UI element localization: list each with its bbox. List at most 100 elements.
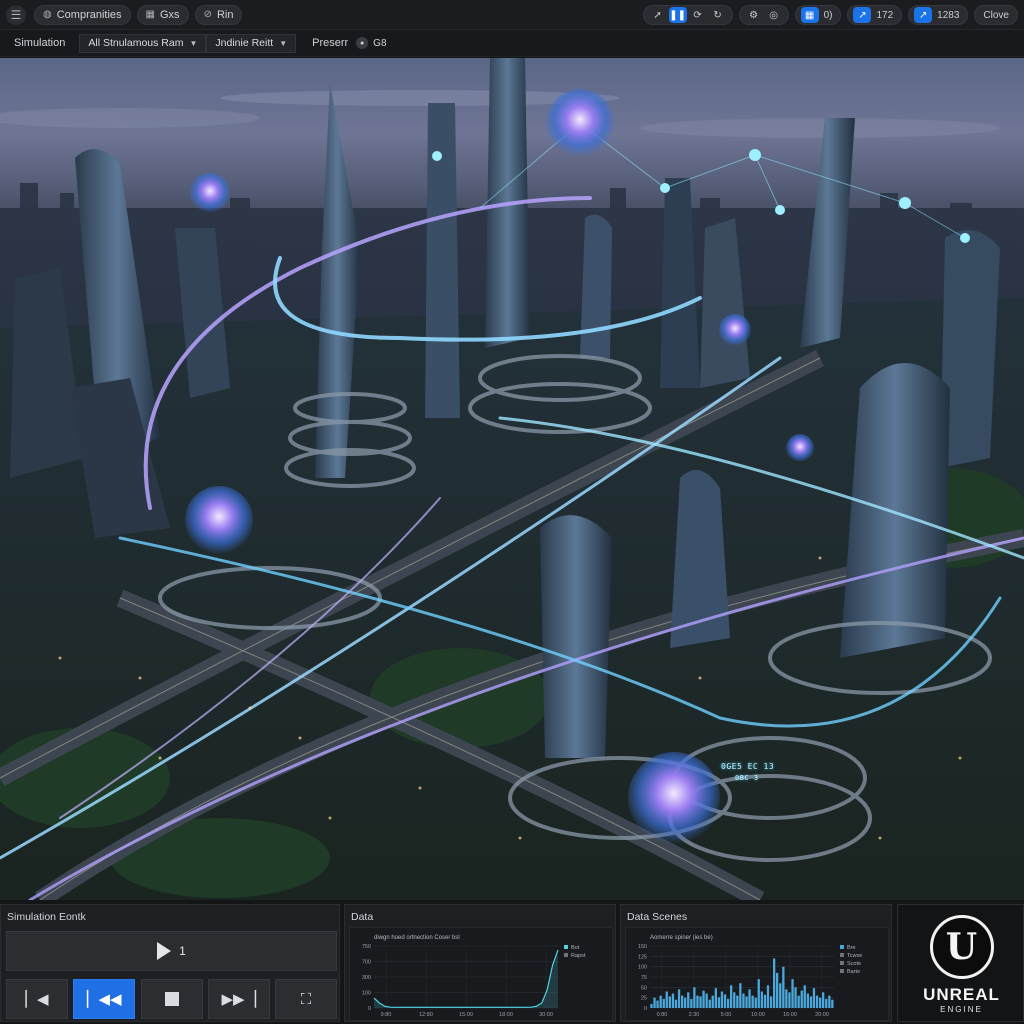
y-tick-label: 100	[362, 991, 371, 997]
close-button[interactable]: Clove	[974, 5, 1018, 25]
preset-value[interactable]: ● G8	[356, 37, 387, 49]
scale-snap-icon[interactable]: ↗	[914, 7, 933, 23]
world-icon[interactable]: ◎	[765, 7, 783, 23]
bar-chart-svg: Aomerre spiner (ies be)150 125 100 75 50 25 0 0…	[638, 935, 862, 1018]
panel-title: Simulation Eontk	[7, 911, 86, 923]
angle-snap-value: 172	[876, 9, 894, 21]
legend-label: Bot	[571, 945, 580, 951]
bar	[681, 995, 684, 1008]
transport-controls: ▏◀ ▏◀◀ ▶▶▕ ⛶	[6, 979, 337, 1019]
bar	[705, 993, 708, 1008]
skip-start-icon: ▏◀	[25, 991, 49, 1008]
x-tick-label: 30:00	[539, 1012, 553, 1018]
bar	[791, 979, 794, 1008]
bar	[650, 1003, 653, 1008]
x-tick-label: 10:00	[751, 1012, 765, 1018]
toolbar-item-rin[interactable]: ⊘ Rin	[194, 4, 243, 25]
select-tool-icon[interactable]: ➚	[649, 7, 667, 23]
bar	[727, 998, 730, 1008]
legend-label: Barte	[847, 969, 860, 975]
simulation-panel: Simulation Eontk 1 ▏◀ ▏◀◀ ▶▶▕ ⛶	[0, 904, 340, 1022]
bar	[788, 992, 791, 1008]
bar	[723, 994, 727, 1008]
skip-to-start-button[interactable]: ▏◀	[6, 979, 68, 1019]
fullscreen-button[interactable]: ⛶	[275, 979, 337, 1019]
play-button[interactable]: 1	[6, 931, 337, 971]
logo-name: UNREAL	[923, 985, 1000, 1004]
scale-tool-icon[interactable]: ↻	[709, 7, 727, 23]
bar	[742, 993, 745, 1008]
logo-sub: ENGINE	[940, 1005, 983, 1014]
bar	[736, 995, 739, 1008]
city-viewport[interactable]: 0GE5 EC 13 0BC 3	[0, 58, 1024, 900]
x-tick-label: 16:00	[783, 1012, 797, 1018]
legend-swatch	[564, 945, 568, 949]
rotate-tool-icon[interactable]: ⟳	[689, 7, 707, 23]
bar	[751, 995, 754, 1008]
panel-title: Data Scenes	[627, 911, 688, 923]
x-tick-label: 15:00	[459, 1012, 473, 1018]
bar	[708, 999, 711, 1008]
fast-forward-icon: ▶▶▕	[221, 991, 257, 1008]
chevron-down-icon: ▼	[189, 38, 198, 48]
render-dropdown[interactable]: Jndinie Reitt ▼	[206, 33, 297, 53]
legend-swatch	[840, 961, 844, 965]
bar	[714, 988, 717, 1008]
bar	[696, 995, 699, 1008]
snap-group-3: ↗ 1283	[908, 5, 969, 25]
fast-forward-button[interactable]: ▶▶▕	[207, 979, 270, 1019]
bar	[717, 997, 721, 1008]
x-tick-label: 9:80	[381, 1012, 392, 1018]
bar	[766, 985, 770, 1008]
toolbar-item-companies[interactable]: ◍ Compranities	[34, 4, 131, 25]
hud-label: 0GE5 EC 13	[721, 762, 775, 771]
bar	[822, 992, 825, 1008]
simulation-label: Simulation	[14, 37, 66, 49]
legend-label: Tcwse	[847, 953, 862, 959]
y-tick-label: 300	[362, 975, 371, 981]
engine-logo-panel: U UNREAL ENGINE	[897, 904, 1024, 1022]
y-tick-label: 125	[638, 954, 647, 960]
gear-icon[interactable]: ⚙	[745, 7, 763, 23]
bar	[748, 989, 751, 1008]
bar	[800, 990, 803, 1008]
bar	[702, 990, 705, 1008]
data-line-chart[interactable]: diwgn hoed ortnection Coser bsl 750 700 300…	[349, 927, 613, 1021]
grid-snap-icon[interactable]: ▦	[800, 7, 819, 23]
bar	[662, 998, 665, 1008]
unreal-logo-icon: U	[929, 915, 994, 979]
bar	[819, 997, 822, 1008]
angle-snap-icon[interactable]: ↗	[853, 7, 872, 23]
grid-icon: ▦	[145, 9, 155, 20]
bar	[711, 995, 714, 1008]
chart-title: diwgn hoed ortnection Coser bsl	[374, 935, 460, 941]
pause-tool-icon[interactable]: ❚❚	[668, 7, 687, 23]
bar	[665, 991, 668, 1008]
legend-swatch	[840, 945, 844, 949]
toolbar-item-gxs[interactable]: ▦ Gxs	[136, 4, 189, 25]
x-tick-label: 2:30	[689, 1012, 700, 1018]
x-tick-label: 0:80	[657, 1012, 668, 1018]
bar	[730, 985, 733, 1008]
bar	[776, 972, 779, 1008]
bar	[757, 979, 760, 1008]
stop-button[interactable]	[140, 979, 203, 1019]
simulation-mode-dropdown[interactable]: All Stnulamous Ram ▼	[79, 33, 207, 53]
bar	[674, 999, 678, 1008]
bar	[760, 991, 763, 1008]
y-tick-label: 0	[368, 1006, 371, 1012]
simulation-bar: Simulation All Stnulamous Ram ▼ Jndinie …	[0, 30, 1024, 57]
preset-icon: ●	[356, 37, 369, 49]
rewind-button[interactable]: ▏◀◀	[73, 979, 136, 1019]
hamburger-icon[interactable]: ☰	[6, 4, 26, 25]
y-tick-label: 25	[641, 996, 647, 1002]
bar	[779, 983, 782, 1008]
bar	[671, 993, 675, 1008]
legend-label: Bre	[847, 945, 856, 951]
bar	[693, 987, 696, 1008]
bar	[828, 995, 831, 1008]
bar	[739, 983, 742, 1008]
bar	[656, 1000, 659, 1008]
data-bar-chart[interactable]: Aomerre spiner (ies be) 150 125 100 75 50 25 0 0…	[625, 927, 889, 1021]
city-scene	[0, 58, 1024, 900]
